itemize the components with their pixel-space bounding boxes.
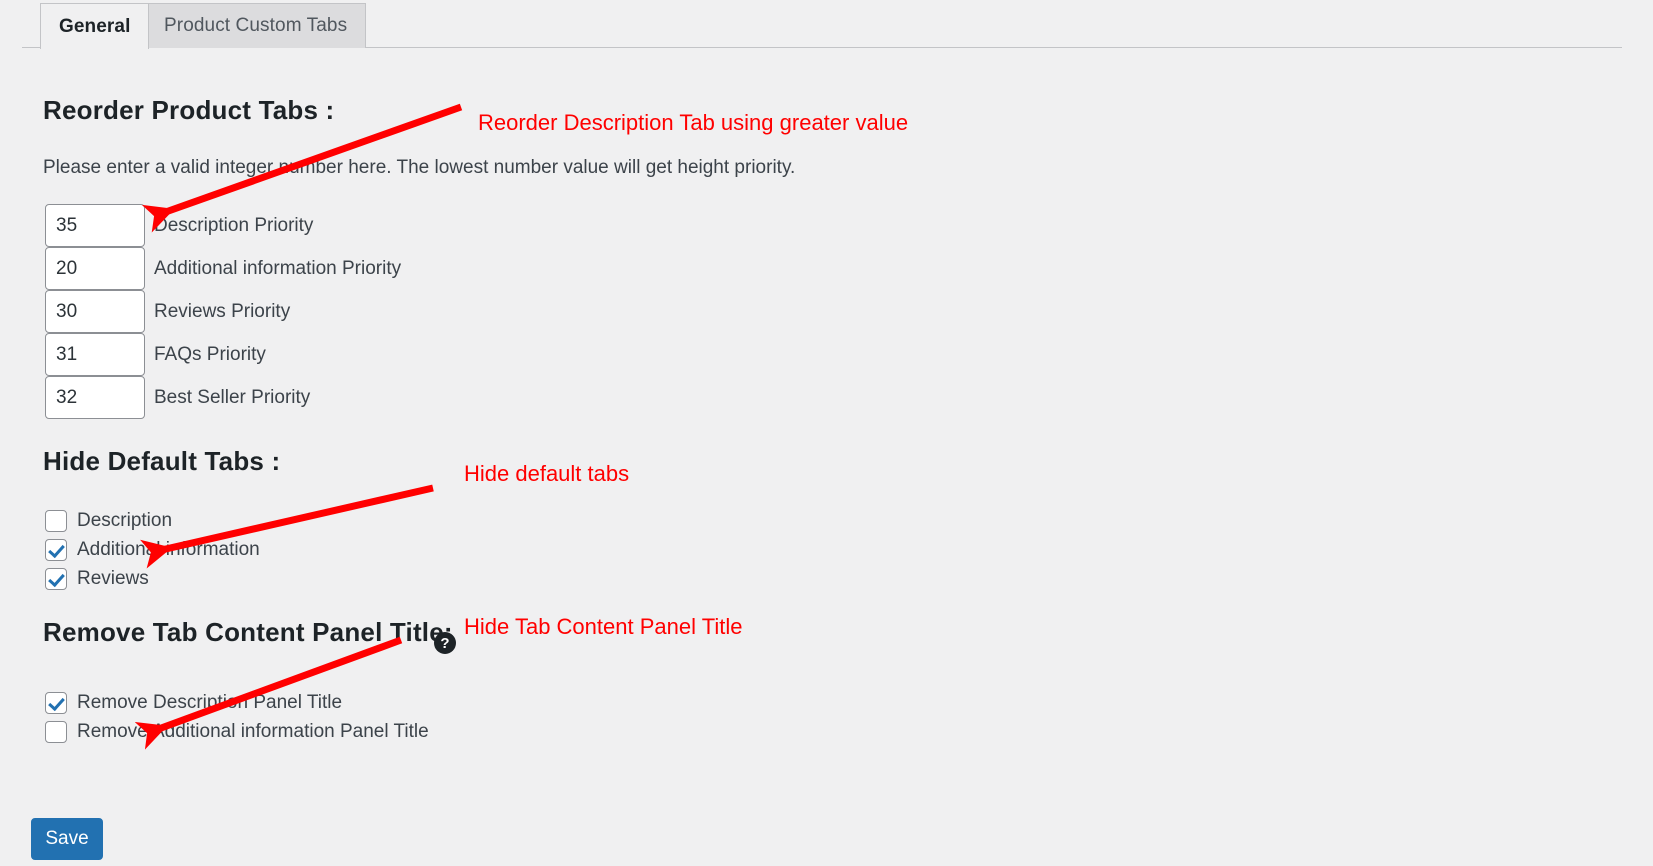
tab-product-custom-tabs[interactable]: Product Custom Tabs — [145, 3, 367, 48]
reorder-section-title: Reorder Product Tabs : — [43, 95, 335, 125]
annotation-reorder-description-tab: Reorder Description Tab using greater va… — [478, 110, 909, 135]
priority-row-faqs: FAQs Priority — [45, 333, 401, 376]
checkbox-hide-description[interactable] — [45, 509, 67, 532]
description-priority-input[interactable] — [45, 204, 145, 247]
annotation-hide-default-tabs: Hide default tabs — [464, 461, 630, 486]
hide-default-tabs-checkbox-list: Description Additional information Revie… — [45, 506, 260, 593]
priority-field-list: Description Priority Additional informat… — [45, 204, 401, 419]
checkbox-row-remove-description-panel-title[interactable]: Remove Description Panel Title — [45, 688, 429, 717]
faqs-priority-label: FAQs Priority — [154, 343, 266, 365]
annotation-hide-tab-content-panel-title: Hide Tab Content Panel Title — [464, 614, 743, 639]
checkbox-label-hide-reviews: Reviews — [77, 567, 149, 589]
reviews-priority-input[interactable] — [45, 290, 145, 333]
priority-row-reviews: Reviews Priority — [45, 290, 401, 333]
priority-row-description: Description Priority — [45, 204, 401, 247]
checkbox-row-hide-description[interactable]: Description — [45, 506, 260, 535]
save-button[interactable]: Save — [31, 818, 103, 860]
checkbox-remove-additional-information-panel-title[interactable] — [45, 720, 67, 743]
best-seller-priority-label: Best Seller Priority — [154, 386, 311, 408]
hide-default-tabs-section-title: Hide Default Tabs : — [43, 446, 281, 476]
checkbox-row-hide-additional-information[interactable]: Additional information — [45, 535, 260, 564]
checkbox-hide-reviews[interactable] — [45, 567, 67, 590]
additional-information-priority-input[interactable] — [45, 247, 145, 290]
checkbox-remove-description-panel-title[interactable] — [45, 691, 67, 714]
checkbox-label-remove-additional-information-panel-title: Remove Additional information Panel Titl… — [77, 720, 429, 742]
best-seller-priority-input[interactable] — [45, 376, 145, 419]
help-icon[interactable]: ? — [434, 632, 456, 654]
remove-panel-title-section-title: Remove Tab Content Panel Title: — [43, 617, 453, 647]
checkbox-row-remove-additional-information-panel-title[interactable]: Remove Additional information Panel Titl… — [45, 717, 429, 746]
checkbox-label-hide-description: Description — [77, 509, 173, 531]
priority-row-best-seller: Best Seller Priority — [45, 376, 401, 419]
description-priority-label: Description Priority — [154, 214, 314, 236]
checkbox-label-remove-description-panel-title: Remove Description Panel Title — [77, 691, 343, 713]
faqs-priority-input[interactable] — [45, 333, 145, 376]
reviews-priority-label: Reviews Priority — [154, 300, 291, 322]
remove-panel-title-checkbox-list: Remove Description Panel Title Remove Ad… — [45, 688, 429, 746]
checkbox-label-hide-additional-information: Additional information — [77, 538, 260, 560]
tab-bar: General Product Custom Tabs — [0, 0, 1653, 49]
checkbox-hide-additional-information[interactable] — [45, 538, 67, 561]
checkbox-row-hide-reviews[interactable]: Reviews — [45, 564, 260, 593]
additional-information-priority-label: Additional information Priority — [154, 257, 402, 279]
reorder-helper-text: Please enter a valid integer number here… — [43, 157, 796, 178]
priority-row-additional-information: Additional information Priority — [45, 247, 401, 290]
tab-general[interactable]: General — [40, 3, 150, 49]
